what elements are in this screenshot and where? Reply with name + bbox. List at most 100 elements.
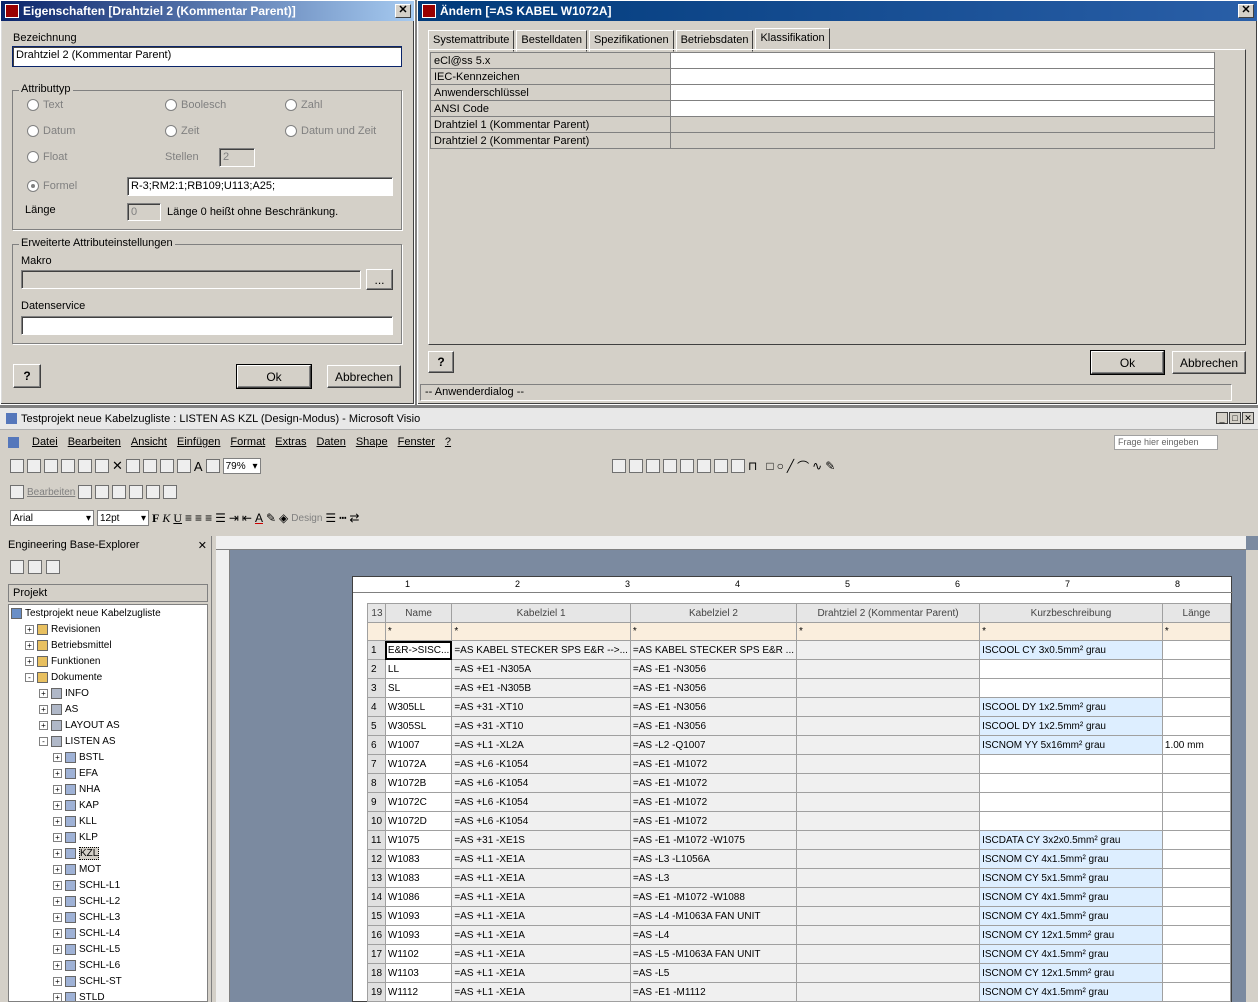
shapes-icon[interactable] [142, 459, 157, 473]
row-number[interactable]: 11 [367, 830, 386, 850]
radio-zeit[interactable]: Zeit [165, 125, 199, 137]
kabelziel2-cell[interactable]: =AS -E1 -M1072 [629, 811, 798, 831]
kabelziel1-cell[interactable]: =AS +L1 -XE1A [451, 868, 631, 888]
table-row[interactable]: 11 W1075 =AS +31 -XE1S =AS -E1 -M1072 -W107… [367, 830, 1232, 850]
kabelziel1-cell[interactable]: =AS +L6 -K1054 [451, 754, 631, 774]
taskpane-icon[interactable] [612, 459, 626, 473]
kabelziel2-cell[interactable]: =AS -L3 -L1056A [629, 849, 798, 869]
kabelziel1-cell[interactable]: =AS +L1 -XE1A [451, 887, 631, 907]
ok-button[interactable]: Ok [236, 364, 312, 389]
menu-format[interactable]: Format [230, 436, 265, 448]
drahtziel2-cell[interactable] [796, 697, 981, 717]
grid-value[interactable] [670, 68, 1215, 85]
expand-icon[interactable]: + [53, 832, 62, 842]
column-header[interactable]: Name [384, 603, 453, 623]
filter-cell[interactable]: * [451, 622, 631, 641]
underline-icon[interactable]: U [173, 511, 182, 526]
highlight-icon[interactable] [663, 459, 677, 473]
search-icon[interactable] [10, 560, 24, 574]
cable-icon[interactable] [112, 485, 127, 499]
table-row[interactable]: 18 W1103 =AS +L1 -XE1A =AS -L5 ISCNOM CY 12x… [367, 963, 1232, 983]
italic-icon[interactable]: K [162, 511, 170, 526]
table-row[interactable]: 2 LL =AS +E1 -N305A =AS -E1 -N3056 [367, 659, 1232, 679]
name-cell[interactable]: W1086 [384, 887, 453, 907]
radio-boolesch[interactable]: Boolesch [165, 99, 226, 111]
tree-node[interactable]: + KLL [9, 813, 207, 829]
tree-node[interactable]: + MOT [9, 861, 207, 877]
menu-shape[interactable]: Shape [356, 436, 388, 448]
column-header[interactable]: Drahtziel 2 (Kommentar Parent) [796, 603, 981, 623]
table-row[interactable]: 13 W1083 =AS +L1 -XE1A =AS -L3 ISCNOM CY 5x1… [367, 868, 1232, 888]
kabelziel2-cell[interactable]: =AS -L3 [629, 868, 798, 888]
kurzbeschreibung-cell[interactable]: ISCNOM CY 4x1.5mm² grau [979, 944, 1163, 964]
tree-node[interactable]: + KLP [9, 829, 207, 845]
drahtziel2-cell[interactable] [796, 906, 981, 926]
row-number[interactable]: 3 [367, 678, 386, 698]
kurzbeschreibung-cell[interactable]: ISCDATA CY 3x2x0.5mm² grau [979, 830, 1163, 850]
name-cell[interactable]: W305SL [384, 716, 453, 736]
kabelziel2-cell[interactable]: =AS -L4 [629, 925, 798, 945]
line-weight-icon[interactable]: ☰ [325, 511, 336, 525]
pencil-icon[interactable]: ✎ [825, 459, 835, 473]
makro-browse-button[interactable]: ... [366, 269, 393, 290]
print-preview-icon[interactable] [61, 459, 75, 473]
table-row[interactable]: 9 W1072C =AS +L6 -K1054 =AS -E1 -M1072 [367, 792, 1232, 812]
drahtziel2-cell[interactable] [796, 735, 981, 755]
kurzbeschreibung-cell[interactable] [979, 659, 1163, 679]
kurzbeschreibung-cell[interactable]: ISCNOM CY 5x1.5mm² grau [979, 868, 1163, 888]
laenge-cell[interactable] [1161, 678, 1232, 698]
ok-button[interactable]: Ok [1090, 350, 1165, 375]
font-color-icon[interactable]: A [255, 511, 263, 525]
kurzbeschreibung-cell[interactable]: ISCNOM CY 12x1.5mm² grau [979, 963, 1163, 983]
expand-icon[interactable]: + [25, 624, 34, 634]
save-icon[interactable] [10, 459, 24, 473]
tree-node[interactable]: + INFO [9, 685, 207, 701]
kabelziel1-cell[interactable]: =AS +L1 -XE1A [451, 963, 631, 983]
expand-icon[interactable]: + [25, 640, 34, 650]
menu-extras[interactable]: Extras [275, 436, 306, 448]
drahtziel2-cell[interactable] [796, 887, 981, 907]
help-button[interactable]: ? [428, 351, 454, 373]
laenge-cell[interactable] [1161, 792, 1232, 812]
formel-input[interactable]: R-3;RM2:1;RB109;U113;A25; [127, 177, 393, 196]
tree-node[interactable]: + SCHL-L4 [9, 925, 207, 941]
tree-node[interactable]: Testprojekt neue Kabelzugliste [9, 605, 207, 621]
kabelziel1-cell[interactable]: =AS +L6 -K1054 [451, 811, 631, 831]
drawing-canvas[interactable]: 12345678 13 Name Kabelziel 1 Kabelziel 2 Dra… [216, 536, 1258, 1002]
kabelziel1-cell[interactable]: =AS +31 -XT10 [451, 716, 631, 736]
menu-help[interactable]: ? [445, 436, 451, 448]
expand-icon[interactable]: + [53, 992, 62, 1001]
menu-bearbeiten[interactable]: Bearbeiten [68, 436, 121, 448]
find-icon[interactable] [28, 560, 42, 574]
column-header[interactable]: Kurzbeschreibung [979, 603, 1163, 623]
drahtziel2-cell[interactable] [796, 925, 981, 945]
kabelziel2-cell[interactable]: =AS -E1 -N3056 [629, 678, 798, 698]
kabelziel1-cell[interactable]: =AS +L1 -XL2A [451, 735, 631, 755]
row-number[interactable]: 1 [367, 640, 386, 660]
drahtziel2-cell[interactable] [796, 716, 981, 736]
radio-zahl[interactable]: Zahl [285, 99, 322, 111]
name-cell[interactable]: W1103 [384, 963, 453, 983]
filter-cell[interactable]: * [979, 622, 1163, 641]
align-center-icon[interactable]: ≡ [195, 511, 202, 525]
close-icon[interactable]: ✕ [395, 4, 411, 18]
bold-icon[interactable]: F [152, 511, 159, 526]
table-row[interactable]: 12 W1083 =AS +L1 -XE1A =AS -L3 -L1056A ISCNO… [367, 849, 1232, 869]
row-number[interactable]: 13 [367, 868, 386, 888]
filter-row-number[interactable] [367, 622, 386, 641]
table-row[interactable]: 14 W1086 =AS +L1 -XE1A =AS -E1 -M1072 -W108… [367, 887, 1232, 907]
laenge-cell[interactable] [1161, 716, 1232, 736]
laenge-cell[interactable] [1161, 659, 1232, 679]
expand-icon[interactable]: + [53, 960, 62, 970]
grid-row[interactable]: eCl@ss 5.x [430, 52, 1215, 69]
tree-node[interactable]: + KZL [9, 845, 207, 861]
grid-icon[interactable] [646, 459, 660, 473]
kabelziel2-cell[interactable]: =AS -L5 -M1063A FAN UNIT [629, 944, 798, 964]
expand-icon[interactable]: + [53, 784, 62, 794]
row-number[interactable]: 12 [367, 849, 386, 869]
laenge-cell[interactable] [1161, 925, 1232, 945]
kabelziel1-cell[interactable]: =AS +L6 -K1054 [451, 792, 631, 812]
kurzbeschreibung-cell[interactable]: ISCOOL CY 3x0.5mm² grau [979, 640, 1163, 660]
expand-icon[interactable]: + [25, 656, 34, 666]
format-painter-icon[interactable] [205, 459, 220, 473]
